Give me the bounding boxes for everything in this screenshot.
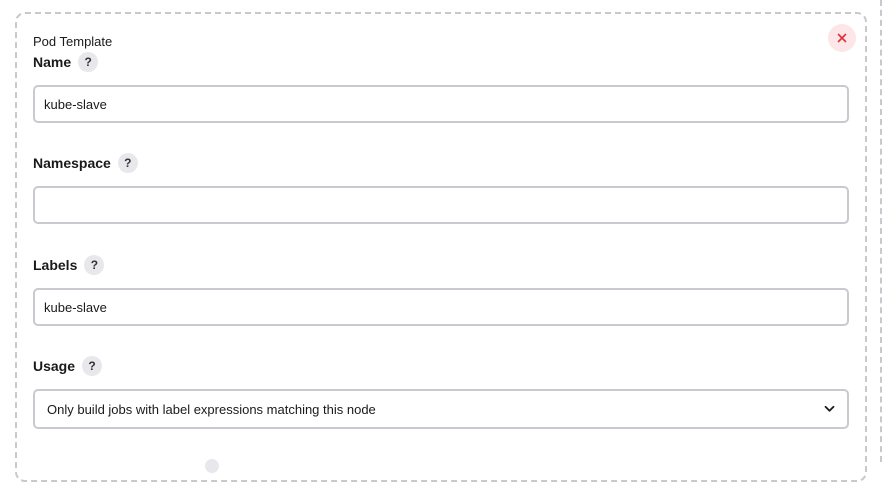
namespace-field-label: Namespace ? [33,153,138,173]
delete-pod-template-button[interactable] [828,24,856,52]
namespace-label-text: Namespace [33,155,111,171]
namespace-help-icon[interactable]: ? [117,153,138,173]
pod-template-title: Pod Template [33,34,113,49]
usage-select[interactable]: Only build jobs with label expressions m… [33,389,849,429]
name-input[interactable] [33,85,849,123]
usage-field-label: Usage ? [33,356,103,376]
chevron-down-icon [824,405,835,412]
labels-help-icon[interactable]: ? [84,255,105,275]
name-help-icon[interactable]: ? [78,52,99,72]
usage-help-icon[interactable]: ? [82,356,103,376]
usage-label-text: Usage [33,358,76,374]
labels-input[interactable] [33,288,849,326]
usage-selected-value: Only build jobs with label expressions m… [47,401,376,417]
labels-field-label: Labels ? [33,255,105,275]
namespace-input[interactable] [33,186,849,224]
name-label-text: Name [33,54,72,70]
close-icon [837,33,847,43]
name-field-label: Name ? [33,52,99,72]
pod-template-card: Pod Template Name ? Namespace ? Labels ?… [15,12,867,482]
outer-container-border [880,0,887,462]
labels-label-text: Labels [33,257,78,273]
next-field-help-icon[interactable] [205,459,219,473]
